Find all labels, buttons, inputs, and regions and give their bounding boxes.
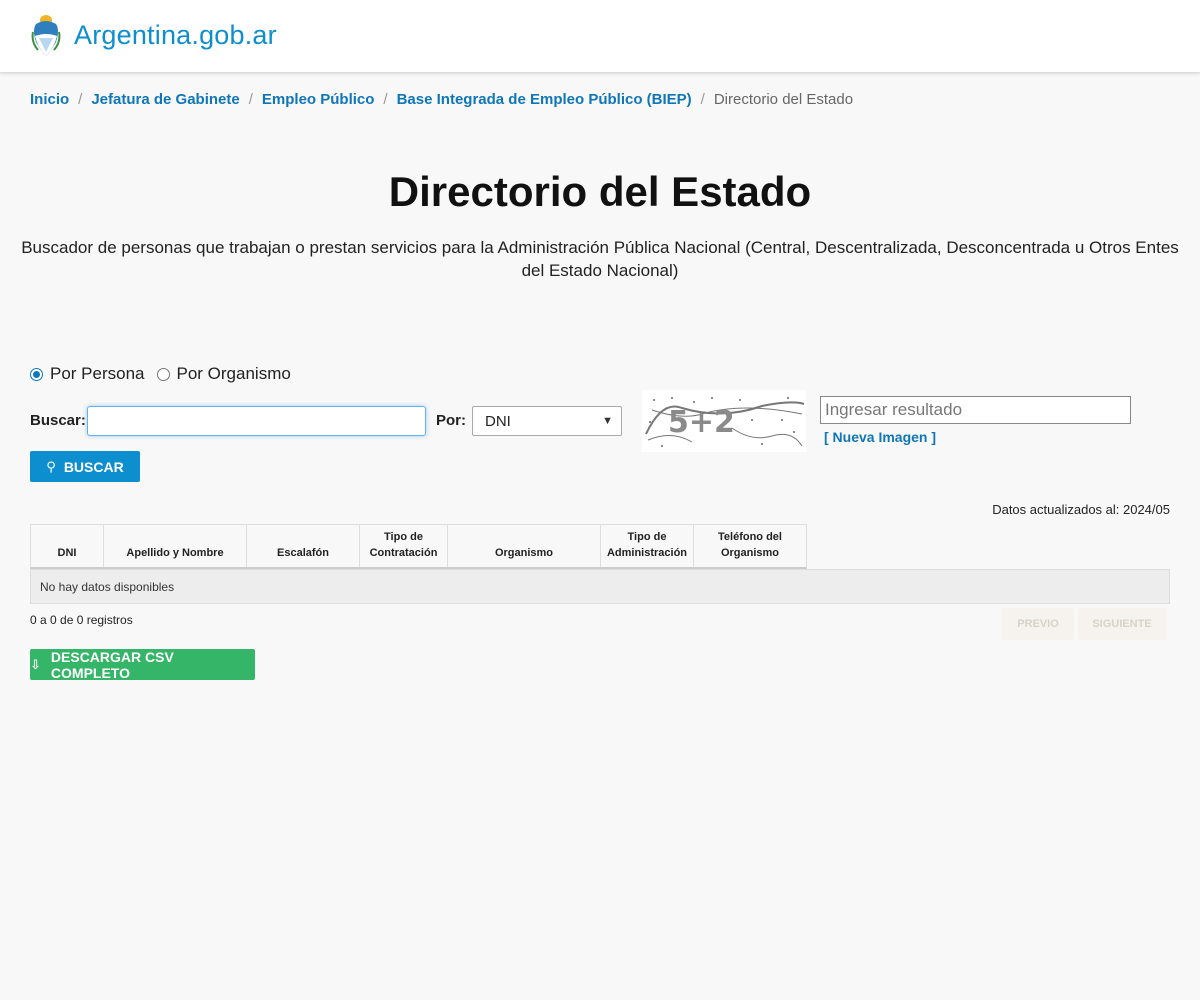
breadcrumb-separator: / [700, 91, 705, 108]
empty-message: No hay datos disponibles [40, 579, 175, 594]
search-icon: ⚲ [46, 458, 56, 474]
column-header-dni[interactable]: DNI [31, 525, 104, 567]
captcha-placeholder: Ingresar resultado [825, 400, 963, 419]
column-header-tipo-administracion[interactable]: Tipo de Administración [601, 525, 694, 567]
radio-por-persona[interactable]: Por Persona [30, 364, 145, 384]
breadcrumb-separator: / [248, 91, 253, 108]
download-icon: ⇩ [30, 656, 41, 672]
captcha-input[interactable]: Ingresar resultado [820, 396, 1131, 424]
search-mode-group: Por Persona Por Organismo [30, 364, 303, 384]
column-header-apellido-nombre[interactable]: Apellido y Nombre [104, 525, 247, 567]
breadcrumb: Inicio / Jefatura de Gabinete / Empleo P… [30, 91, 853, 108]
radio-por-organismo[interactable]: Por Organismo [156, 364, 291, 384]
buscar-button[interactable]: ⚲ BUSCAR [30, 451, 140, 482]
search-input[interactable] [87, 406, 426, 436]
radio-checked-icon[interactable] [30, 367, 43, 381]
breadcrumb-separator: / [78, 91, 83, 108]
select-value: DNI [485, 412, 511, 430]
pagination: PREVIO SIGUIENTE [1002, 608, 1170, 640]
page-title: Directorio del Estado [388, 168, 812, 215]
column-header-escalafon[interactable]: Escalafón [247, 525, 360, 567]
data-updated-text: Datos actualizados al: 2024/05 [992, 502, 1170, 517]
buscar-label: Buscar: [30, 412, 86, 429]
column-header-organismo[interactable]: Organismo [448, 525, 601, 567]
breadcrumb-empleo-publico[interactable]: Empleo Público [262, 91, 375, 108]
next-button[interactable]: SIGUIENTE [1078, 608, 1166, 640]
captcha-text: 5+2 [668, 405, 735, 440]
site-header: Argentina.gob.ar [0, 0, 1200, 73]
table-empty-row: No hay datos disponibles [30, 569, 1170, 604]
radio-unchecked-icon[interactable] [156, 367, 170, 381]
previous-button[interactable]: PREVIO [1002, 608, 1074, 640]
column-header-tipo-contratacion[interactable]: Tipo de Contratación [360, 525, 448, 567]
download-csv-button[interactable]: ⇩ DESCARGAR CSV COMPLETO [30, 648, 255, 681]
column-header-telefono-organismo[interactable]: Teléfono del Organismo [694, 525, 806, 567]
captcha-image: 5+2 [642, 390, 806, 452]
chevron-down-icon: ▼ [602, 415, 613, 427]
radio-label: Por Persona [50, 364, 145, 383]
breadcrumb-inicio[interactable]: Inicio [30, 91, 69, 108]
search-by-select[interactable]: DNI ▼ [472, 406, 622, 436]
breadcrumb-current: Directorio del Estado [713, 91, 854, 108]
logo-text: Argentina.gob.ar [74, 19, 277, 50]
records-count: 0 a 0 de 0 registros [30, 613, 133, 627]
site-logo[interactable]: Argentina.gob.ar [30, 12, 277, 58]
coat-of-arms-icon [31, 15, 61, 56]
breadcrumb-biep[interactable]: Base Integrada de Empleo Público (BIEP) [397, 91, 692, 108]
radio-label: Por Organismo [176, 364, 291, 383]
breadcrumb-separator: / [383, 91, 388, 108]
download-csv-label: DESCARGAR CSV COMPLETO [50, 648, 174, 681]
new-captcha-link[interactable]: [ Nueva Imagen ] [824, 429, 936, 445]
page-subtitle: Buscador de personas que trabajan o pres… [21, 238, 1179, 280]
results-table: DNI Apellido y Nombre Escalafón Tipo de … [30, 524, 1170, 569]
buscar-button-label: BUSCAR [63, 458, 124, 475]
breadcrumb-jefatura[interactable]: Jefatura de Gabinete [91, 91, 239, 108]
table-header: DNI Apellido y Nombre Escalafón Tipo de … [30, 524, 807, 569]
por-label: Por: [436, 412, 466, 429]
